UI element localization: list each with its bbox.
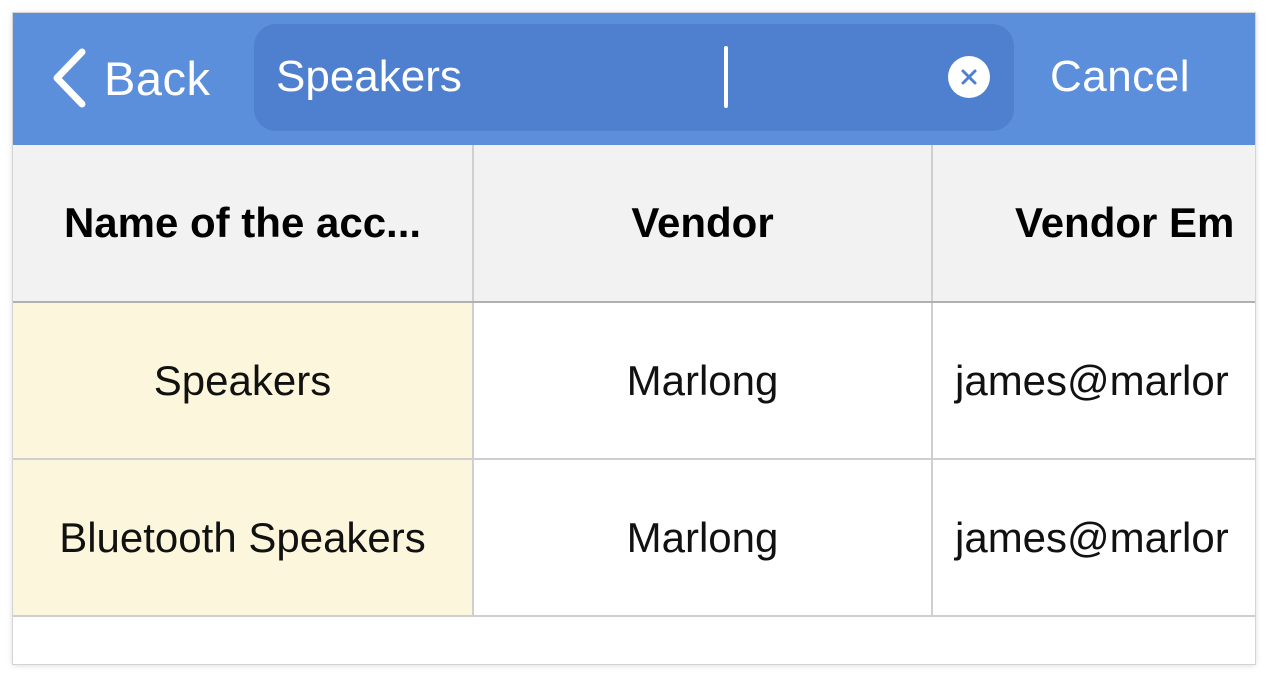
- vendor-cell[interactable]: Marlong: [473, 459, 933, 617]
- table-header-row: Name of the acc... Vendor Vendor Em: [13, 145, 1255, 303]
- text-cursor: [724, 46, 728, 108]
- table-row[interactable]: Speakers Marlong james@marlor: [13, 302, 1255, 460]
- app-window: Back Cancel Name of the acc... Vendor Ve…: [13, 13, 1255, 664]
- table-row[interactable]: Bluetooth Speakers Marlong james@marlor: [13, 459, 1255, 617]
- chevron-left-icon: [53, 48, 86, 108]
- search-field[interactable]: [254, 24, 1014, 131]
- vendor-cell[interactable]: Marlong: [473, 302, 933, 460]
- back-button[interactable]: Back: [51, 46, 211, 110]
- back-label: Back: [104, 51, 211, 105]
- cancel-button[interactable]: Cancel: [1050, 49, 1190, 105]
- clear-search-button[interactable]: [948, 56, 990, 98]
- clear-circle-icon: [961, 69, 977, 85]
- column-header-vendor[interactable]: Vendor: [473, 145, 933, 303]
- results-table: Name of the acc... Vendor Vendor Em Spea…: [13, 145, 1255, 617]
- column-header-name[interactable]: Name of the acc...: [13, 145, 474, 303]
- navigation-bar: Back Cancel: [13, 13, 1255, 145]
- column-header-vendor-email[interactable]: Vendor Em: [932, 145, 1255, 303]
- name-cell[interactable]: Speakers: [13, 302, 474, 460]
- name-cell[interactable]: Bluetooth Speakers: [13, 459, 474, 617]
- vendor-email-cell[interactable]: james@marlor: [932, 302, 1255, 460]
- search-input[interactable]: [276, 46, 916, 108]
- vendor-email-cell[interactable]: james@marlor: [932, 459, 1255, 617]
